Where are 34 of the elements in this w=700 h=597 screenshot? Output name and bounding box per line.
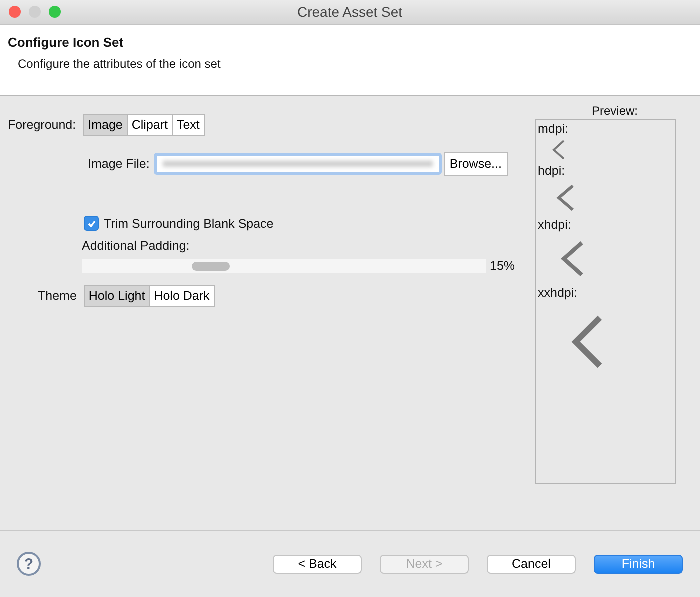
foreground-tab[interactable]: Image: [83, 114, 128, 136]
checkmark-icon: [86, 218, 96, 228]
density-label: hdpi:: [538, 164, 566, 178]
padding-value: 15%: [490, 259, 516, 273]
help-button[interactable]: ?: [17, 552, 41, 576]
minimize-button[interactable]: [29, 6, 41, 18]
window-title: Create Asset Set: [296, 4, 404, 20]
foreground-tab[interactable]: Text: [172, 114, 205, 136]
zoom-button[interactable]: [49, 6, 61, 18]
density-label: xxhdpi:: [538, 286, 579, 300]
page-subtitle: Configure the attributes of the icon set: [18, 57, 222, 71]
browse-button[interactable]: Browse...: [444, 152, 508, 176]
image-file-field[interactable]: [154, 153, 442, 175]
padding-label: Additional Padding:: [82, 239, 191, 253]
wizard-button[interactable]: < Back: [273, 554, 362, 574]
theme-tab[interactable]: Holo Dark: [149, 285, 215, 307]
density-label: mdpi:: [538, 122, 570, 136]
foreground-tab[interactable]: Clipart: [126, 114, 173, 136]
padding-slider[interactable]: [82, 259, 486, 273]
chevron-left-icon: [552, 139, 566, 161]
theme-tab[interactable]: Holo Light: [84, 285, 150, 307]
density-label: xhdpi:: [538, 218, 572, 232]
trim-label: Trim Surrounding Blank Space: [104, 216, 274, 230]
preview-title: Preview:: [590, 104, 639, 118]
trim-checkbox[interactable]: [84, 216, 99, 231]
page-title: Configure Icon Set: [8, 35, 125, 50]
slider-thumb[interactable]: [192, 262, 230, 271]
close-button[interactable]: [9, 6, 21, 18]
image-file-label: Image File:: [88, 157, 150, 171]
theme-label: Theme: [38, 289, 77, 303]
chevron-left-icon: [556, 183, 576, 213]
wizard-button[interactable]: Cancel: [487, 554, 576, 574]
chevron-left-icon: [560, 239, 586, 279]
foreground-label: Foreground:: [8, 118, 76, 132]
